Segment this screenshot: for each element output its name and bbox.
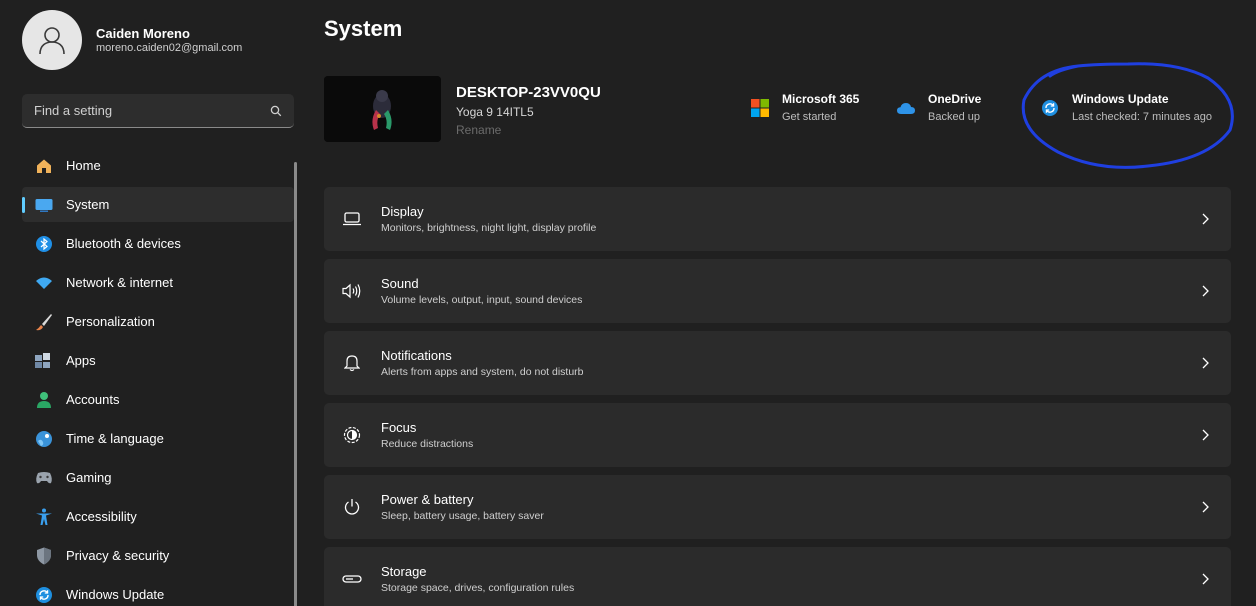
sidebar-item-personalization[interactable]: Personalization — [22, 304, 294, 339]
device-wallpaper-thumbnail — [324, 76, 441, 142]
profile-name: Caiden Moreno — [96, 26, 190, 41]
sidebar-item-gaming[interactable]: Gaming — [22, 460, 294, 495]
person-icon — [39, 27, 65, 55]
setting-title: Focus — [381, 420, 417, 435]
setting-focus[interactable]: Focus Reduce distractions — [324, 403, 1231, 467]
sidebar: Caiden Moreno moreno.caiden02@gmail.com … — [0, 0, 310, 606]
sidebar-item-label: Personalization — [66, 314, 155, 329]
setting-description: Reduce distractions — [381, 438, 474, 450]
sidebar-item-label: Home — [66, 158, 101, 173]
system-icon — [34, 195, 54, 215]
setting-display[interactable]: Display Monitors, brightness, night ligh… — [324, 187, 1231, 251]
quick-link-subtitle: Backed up — [928, 111, 980, 123]
quick-link-title: Microsoft 365 — [782, 92, 860, 106]
home-icon — [34, 156, 54, 176]
user-profile[interactable]: Caiden Moreno moreno.caiden02@gmail.com — [22, 10, 242, 70]
setting-title: Sound — [381, 276, 419, 291]
chevron-right-icon — [1202, 213, 1209, 225]
onedrive-link[interactable]: OneDrive Backed up — [896, 92, 981, 123]
sidebar-item-windows-update[interactable]: Windows Update — [22, 577, 294, 606]
sidebar-item-apps[interactable]: Apps — [22, 343, 294, 378]
sidebar-item-time-language[interactable]: Time & language — [22, 421, 294, 456]
update-icon — [34, 585, 54, 605]
setting-title: Storage — [381, 564, 427, 579]
setting-title: Notifications — [381, 348, 452, 363]
search-input[interactable] — [34, 103, 270, 118]
chevron-right-icon — [1202, 429, 1209, 441]
setting-description: Sleep, battery usage, battery saver — [381, 510, 544, 522]
setting-title: Display — [381, 204, 424, 219]
brush-icon — [34, 312, 54, 332]
globe-icon — [34, 429, 54, 449]
setting-description: Volume levels, output, input, sound devi… — [381, 294, 583, 306]
microsoft-365-link[interactable]: Microsoft 365 Get started — [750, 92, 859, 123]
wallpaper-image — [324, 76, 441, 142]
page-title: System — [324, 16, 403, 41]
settings-list: Display Monitors, brightness, night ligh… — [324, 187, 1231, 606]
rename-link[interactable]: Rename — [456, 123, 601, 137]
device-model: Yoga 9 14ITL5 — [456, 105, 534, 119]
setting-title: Power & battery — [381, 492, 474, 507]
sidebar-scrollbar[interactable] — [294, 162, 297, 606]
speaker-icon — [342, 281, 362, 301]
shield-icon — [34, 546, 54, 566]
sidebar-item-privacy-security[interactable]: Privacy & security — [22, 538, 294, 573]
sidebar-item-accessibility[interactable]: Accessibility — [22, 499, 294, 534]
device-name: DESKTOP-23VV0QU — [456, 84, 601, 101]
search-box[interactable] — [22, 94, 294, 128]
sidebar-item-home[interactable]: Home — [22, 148, 294, 183]
sidebar-item-label: Apps — [66, 353, 96, 368]
sidebar-item-label: Network & internet — [66, 275, 173, 290]
sidebar-item-label: Accessibility — [66, 509, 137, 524]
setting-storage[interactable]: Storage Storage space, drives, configura… — [324, 547, 1231, 606]
sidebar-item-label: Gaming — [66, 470, 112, 485]
chevron-right-icon — [1202, 285, 1209, 297]
sidebar-item-label: Time & language — [66, 431, 164, 446]
sidebar-item-label: Windows Update — [66, 587, 165, 602]
chevron-right-icon — [1202, 573, 1209, 585]
sidebar-nav: Home System Bluetooth & devices Network … — [22, 148, 294, 606]
bell-icon — [342, 353, 362, 373]
accessibility-icon — [34, 507, 54, 527]
setting-description: Monitors, brightness, night light, displ… — [381, 222, 597, 234]
setting-description: Storage space, drives, configuration rul… — [381, 582, 575, 594]
setting-notifications[interactable]: Notifications Alerts from apps and syste… — [324, 331, 1231, 395]
cloud-icon — [896, 98, 916, 118]
sidebar-item-label: Privacy & security — [66, 548, 170, 563]
apps-icon — [34, 351, 54, 371]
sidebar-item-label: System — [66, 197, 110, 212]
display-icon — [342, 209, 362, 229]
chevron-right-icon — [1202, 501, 1209, 513]
setting-power-battery[interactable]: Power & battery Sleep, battery usage, ba… — [324, 475, 1231, 539]
avatar[interactable] — [22, 10, 82, 70]
sidebar-item-label: Accounts — [66, 392, 120, 407]
accounts-icon — [34, 390, 54, 410]
storage-icon — [342, 569, 362, 589]
focus-icon — [342, 425, 362, 445]
microsoft-logo-icon — [750, 98, 770, 118]
power-icon — [342, 497, 362, 517]
sidebar-item-network[interactable]: Network & internet — [22, 265, 294, 300]
sidebar-item-system[interactable]: System — [22, 187, 294, 222]
setting-description: Alerts from apps and system, do not dist… — [381, 366, 584, 378]
gamepad-icon — [34, 468, 54, 488]
device-info: DESKTOP-23VV0QU Yoga 9 14ITL5 Rename — [456, 84, 601, 137]
sidebar-item-accounts[interactable]: Accounts — [22, 382, 294, 417]
bluetooth-icon — [34, 234, 54, 254]
quick-link-subtitle: Get started — [782, 111, 837, 123]
wifi-icon — [34, 273, 54, 293]
quick-link-title: OneDrive — [928, 92, 982, 106]
chevron-right-icon — [1202, 357, 1209, 369]
search-icon[interactable] — [270, 105, 282, 117]
hand-drawn-annotation-circle — [1021, 62, 1234, 169]
setting-sound[interactable]: Sound Volume levels, output, input, soun… — [324, 259, 1231, 323]
profile-email: moreno.caiden02@gmail.com — [96, 42, 243, 54]
sidebar-item-label: Bluetooth & devices — [66, 236, 181, 251]
sidebar-item-bluetooth[interactable]: Bluetooth & devices — [22, 226, 294, 261]
